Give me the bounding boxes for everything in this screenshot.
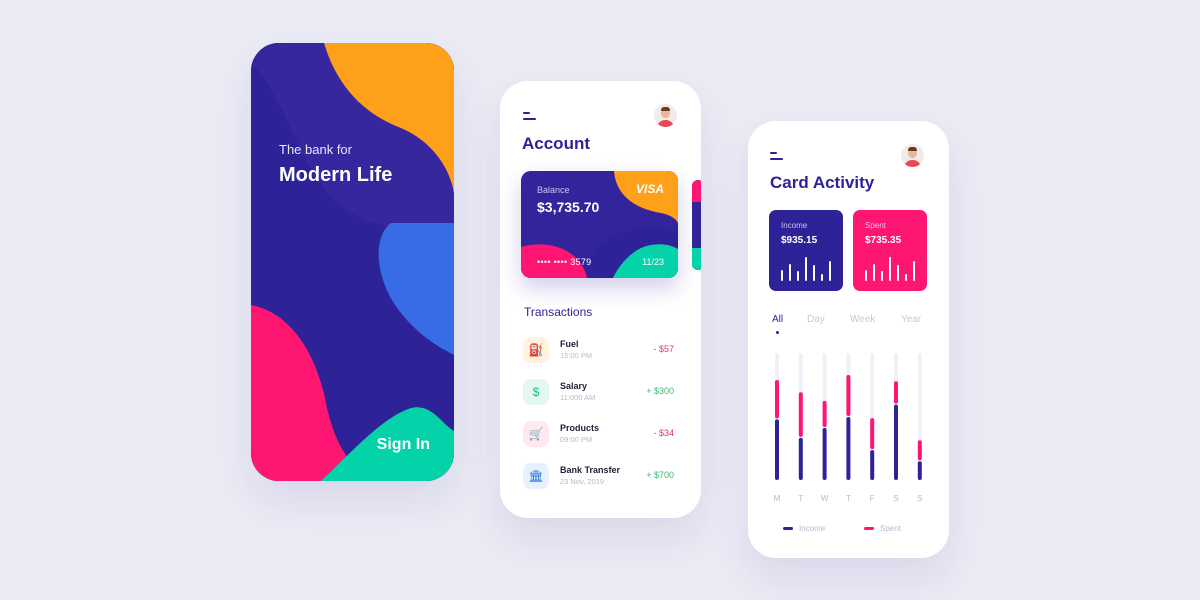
legend-income-swatch xyxy=(783,527,793,531)
transaction-amount: - $57 xyxy=(653,344,674,354)
welcome-subtitle: The bank for xyxy=(279,142,352,157)
welcome-background-shapes xyxy=(251,43,454,481)
x-tick-label: S xyxy=(917,494,922,503)
x-tick-label: W xyxy=(821,494,829,503)
income-mini-chart xyxy=(781,255,831,281)
page-title: Account xyxy=(522,134,590,153)
welcome-screen: The bank for Modern Life Sign In xyxy=(251,43,454,481)
balance-label: Balance xyxy=(537,185,570,195)
fuel-pump-icon: ⛽ xyxy=(523,337,549,363)
card-number: •••• •••• 3579 xyxy=(537,257,592,267)
spent-summary-card[interactable]: Spent $735.35 xyxy=(853,210,927,291)
tab-day[interactable]: Day xyxy=(807,314,825,325)
card-activity-screen: Card Activity Income $935.15 Spent $735.… xyxy=(748,121,949,558)
credit-card[interactable]: Balance $3,735.70 VISA •••• •••• 3579 11… xyxy=(521,171,678,278)
transaction-amount: - $34 xyxy=(653,428,674,438)
legend-spent-swatch xyxy=(864,527,874,531)
mini-bar xyxy=(881,271,883,281)
mini-bar xyxy=(897,265,899,281)
tab-year[interactable]: Year xyxy=(901,314,921,325)
tab-week[interactable]: Week xyxy=(850,314,875,325)
income-summary-card[interactable]: Income $935.15 xyxy=(769,210,843,291)
visa-logo: VISA xyxy=(635,182,664,196)
transaction-time: 23 Nov, 2019 xyxy=(560,477,605,486)
mini-bar xyxy=(821,273,823,281)
x-tick-label: T xyxy=(846,494,851,503)
welcome-title: Modern Life xyxy=(279,164,393,186)
mini-bar xyxy=(813,265,815,281)
shopping-cart-icon: 🛒 xyxy=(523,421,549,447)
account-screen: Account Balance $3,735.70 VISA •••• ••••… xyxy=(500,81,701,518)
weekly-activity-chart: MTWTFSS xyxy=(774,353,922,503)
transaction-name: Products xyxy=(560,423,600,433)
income-value: $935.15 xyxy=(781,235,818,246)
legend-spent-label: Spent xyxy=(880,524,901,533)
transaction-row[interactable]: 🛒 Products 09:00 PM - $34 xyxy=(523,421,678,449)
spent-label: Spent xyxy=(865,221,886,230)
mini-bar xyxy=(905,273,907,281)
spent-value: $735.35 xyxy=(865,235,902,246)
bank-icon: 🏛 xyxy=(523,463,549,489)
page-title: Card Activity xyxy=(770,173,875,192)
transaction-row[interactable]: ⛽ Fuel 15:00 PM - $57 xyxy=(523,337,678,365)
menu-icon[interactable] xyxy=(523,111,537,121)
transaction-name: Fuel xyxy=(560,339,579,349)
mini-bar xyxy=(865,270,867,281)
mini-bar xyxy=(873,264,875,281)
mini-bar xyxy=(913,260,915,281)
legend-spent: Spent xyxy=(864,524,901,533)
transaction-amount: + $700 xyxy=(646,470,674,480)
transaction-row[interactable]: $ Salary 11:000 AM + $300 xyxy=(523,379,678,407)
legend-income-label: Income xyxy=(799,524,826,533)
mini-bar xyxy=(789,264,791,281)
spent-mini-chart xyxy=(865,255,915,281)
transaction-time: 15:00 PM xyxy=(560,351,593,360)
transaction-amount: + $300 xyxy=(646,386,674,396)
transaction-name: Salary xyxy=(560,381,588,391)
menu-icon[interactable] xyxy=(770,151,784,161)
x-tick-label: M xyxy=(774,494,781,503)
x-tick-label: T xyxy=(798,494,803,503)
mini-bar xyxy=(805,257,807,281)
card-expiry: 11/23 xyxy=(642,257,664,267)
avatar[interactable] xyxy=(654,104,677,127)
transaction-row[interactable]: 🏛 Bank Transfer 23 Nov, 2019 + $700 xyxy=(523,463,678,491)
income-label: Income xyxy=(781,221,808,230)
x-tick-label: S xyxy=(893,494,898,503)
mini-bar xyxy=(797,271,799,281)
next-card-peek[interactable] xyxy=(692,180,701,270)
mini-bar xyxy=(781,270,783,281)
legend-income: Income xyxy=(783,524,825,533)
mini-bar xyxy=(889,257,891,281)
sign-in-button[interactable]: Sign In xyxy=(377,436,430,454)
tab-all[interactable]: All xyxy=(772,314,783,325)
mini-bar xyxy=(829,260,831,281)
balance-amount: $3,735.70 xyxy=(537,199,600,215)
transaction-time: 09:00 PM xyxy=(560,435,593,444)
transaction-name: Bank Transfer xyxy=(560,465,621,475)
active-tab-indicator xyxy=(776,331,779,334)
avatar[interactable] xyxy=(901,144,924,167)
x-tick-label: F xyxy=(870,494,875,503)
transaction-time: 11:000 AM xyxy=(560,393,596,402)
period-tabs: All Day Week Year xyxy=(772,314,932,334)
transactions-heading: Transactions xyxy=(524,305,593,319)
money-hand-icon: $ xyxy=(523,379,549,405)
